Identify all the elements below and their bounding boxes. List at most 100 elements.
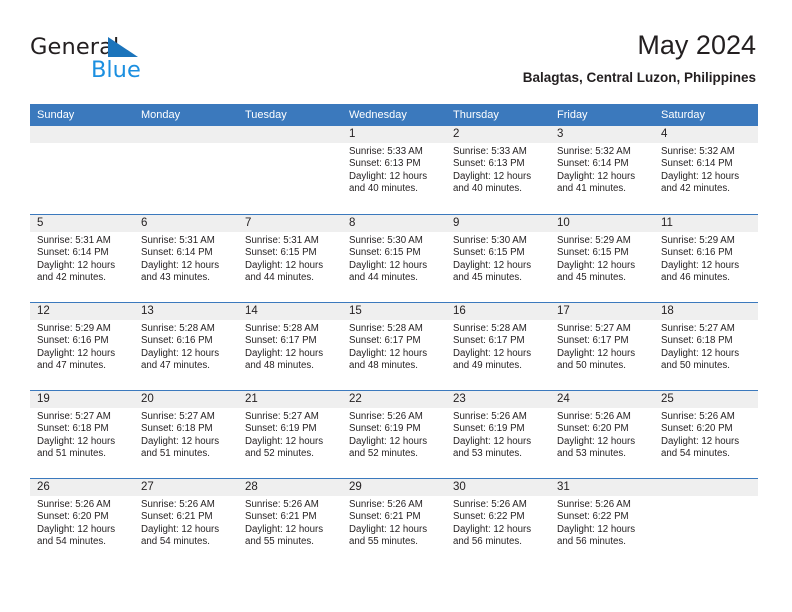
daylight-text-line1: Daylight: 12 hours — [661, 435, 740, 447]
day-cell[interactable]: 13 Sunrise: 5:28 AM Sunset: 6:16 PM Dayl… — [134, 303, 238, 390]
sunset-text: Sunset: 6:21 PM — [141, 511, 213, 523]
day-details: Sunrise: 5:33 AM Sunset: 6:13 PM Dayligh… — [342, 143, 446, 196]
day-details: Sunrise: 5:26 AM Sunset: 6:21 PM Dayligh… — [342, 496, 446, 549]
day-cell[interactable]: 4 Sunrise: 5:32 AM Sunset: 6:14 PM Dayli… — [654, 126, 758, 214]
day-number: 16 — [446, 303, 550, 320]
sunset-text: Sunset: 6:19 PM — [453, 423, 525, 435]
day-number — [238, 126, 342, 143]
day-cell[interactable]: 29 Sunrise: 5:26 AM Sunset: 6:21 PM Dayl… — [342, 479, 446, 566]
daylight-text-line1: Daylight: 12 hours — [453, 435, 532, 447]
day-details: Sunrise: 5:30 AM Sunset: 6:15 PM Dayligh… — [342, 232, 446, 285]
week-row: 12 Sunrise: 5:29 AM Sunset: 6:16 PM Dayl… — [30, 302, 758, 390]
day-number: 21 — [238, 391, 342, 408]
day-cell[interactable]: 2 Sunrise: 5:33 AM Sunset: 6:13 PM Dayli… — [446, 126, 550, 214]
page-title: May 2024 — [637, 30, 756, 60]
day-details: Sunrise: 5:26 AM Sunset: 6:21 PM Dayligh… — [134, 496, 238, 549]
day-cell[interactable]: 5 Sunrise: 5:31 AM Sunset: 6:14 PM Dayli… — [30, 215, 134, 302]
weekday-header-monday: Monday — [141, 109, 181, 121]
sunset-text: Sunset: 6:14 PM — [557, 158, 629, 170]
sunset-text: Sunset: 6:13 PM — [453, 158, 525, 170]
daylight-text-line2: and 46 minutes. — [661, 272, 730, 284]
daylight-text-line2: and 52 minutes. — [349, 448, 418, 460]
daylight-text-line2: and 45 minutes. — [453, 272, 522, 284]
sunset-text: Sunset: 6:14 PM — [661, 158, 733, 170]
day-number: 10 — [550, 215, 654, 232]
sunrise-text: Sunrise: 5:33 AM — [349, 146, 423, 157]
sunrise-text: Sunrise: 5:26 AM — [453, 411, 527, 422]
calendar-page: General Blue May 2024 Balagtas, Central … — [0, 0, 792, 612]
day-cell[interactable]: 12 Sunrise: 5:29 AM Sunset: 6:16 PM Dayl… — [30, 303, 134, 390]
day-cell[interactable]: 23 Sunrise: 5:26 AM Sunset: 6:19 PM Dayl… — [446, 391, 550, 478]
day-cell[interactable]: 31 Sunrise: 5:26 AM Sunset: 6:22 PM Dayl… — [550, 479, 654, 566]
sunrise-text: Sunrise: 5:26 AM — [349, 499, 423, 510]
day-cell[interactable]: 27 Sunrise: 5:26 AM Sunset: 6:21 PM Dayl… — [134, 479, 238, 566]
sunrise-text: Sunrise: 5:27 AM — [245, 411, 319, 422]
day-details: Sunrise: 5:27 AM Sunset: 6:17 PM Dayligh… — [550, 320, 654, 373]
daylight-text-line1: Daylight: 12 hours — [349, 435, 428, 447]
day-cell[interactable]: 6 Sunrise: 5:31 AM Sunset: 6:14 PM Dayli… — [134, 215, 238, 302]
day-cell[interactable] — [238, 126, 342, 214]
day-cell[interactable] — [654, 479, 758, 566]
day-cell[interactable]: 24 Sunrise: 5:26 AM Sunset: 6:20 PM Dayl… — [550, 391, 654, 478]
day-details: Sunrise: 5:31 AM Sunset: 6:15 PM Dayligh… — [238, 232, 342, 285]
daylight-text-line2: and 42 minutes. — [661, 183, 730, 195]
day-cell[interactable]: 28 Sunrise: 5:26 AM Sunset: 6:21 PM Dayl… — [238, 479, 342, 566]
day-cell[interactable]: 30 Sunrise: 5:26 AM Sunset: 6:22 PM Dayl… — [446, 479, 550, 566]
sunset-text: Sunset: 6:14 PM — [141, 247, 213, 259]
logo-triangle-icon — [108, 37, 138, 57]
day-details: Sunrise: 5:26 AM Sunset: 6:20 PM Dayligh… — [550, 408, 654, 461]
day-cell[interactable]: 14 Sunrise: 5:28 AM Sunset: 6:17 PM Dayl… — [238, 303, 342, 390]
sunset-text: Sunset: 6:15 PM — [453, 247, 525, 259]
day-cell[interactable]: 1 Sunrise: 5:33 AM Sunset: 6:13 PM Dayli… — [342, 126, 446, 214]
daylight-text-line1: Daylight: 12 hours — [349, 347, 428, 359]
day-cell[interactable]: 15 Sunrise: 5:28 AM Sunset: 6:17 PM Dayl… — [342, 303, 446, 390]
day-cell[interactable]: 20 Sunrise: 5:27 AM Sunset: 6:18 PM Dayl… — [134, 391, 238, 478]
sunset-text: Sunset: 6:17 PM — [245, 335, 317, 347]
weekday-header-friday: Friday — [557, 109, 588, 121]
sunrise-text: Sunrise: 5:28 AM — [349, 323, 423, 334]
day-cell[interactable]: 22 Sunrise: 5:26 AM Sunset: 6:19 PM Dayl… — [342, 391, 446, 478]
day-cell[interactable]: 21 Sunrise: 5:27 AM Sunset: 6:19 PM Dayl… — [238, 391, 342, 478]
day-cell[interactable]: 8 Sunrise: 5:30 AM Sunset: 6:15 PM Dayli… — [342, 215, 446, 302]
daylight-text-line2: and 44 minutes. — [349, 272, 418, 284]
day-details — [654, 496, 758, 499]
day-cell[interactable]: 19 Sunrise: 5:27 AM Sunset: 6:18 PM Dayl… — [30, 391, 134, 478]
day-cell[interactable]: 25 Sunrise: 5:26 AM Sunset: 6:20 PM Dayl… — [654, 391, 758, 478]
day-details: Sunrise: 5:26 AM Sunset: 6:20 PM Dayligh… — [654, 408, 758, 461]
day-cell[interactable]: 10 Sunrise: 5:29 AM Sunset: 6:15 PM Dayl… — [550, 215, 654, 302]
day-details: Sunrise: 5:32 AM Sunset: 6:14 PM Dayligh… — [654, 143, 758, 196]
day-number — [654, 479, 758, 496]
generalblue-logo[interactable]: General Blue — [30, 34, 220, 88]
day-cell[interactable] — [30, 126, 134, 214]
sunset-text: Sunset: 6:22 PM — [453, 511, 525, 523]
day-number: 25 — [654, 391, 758, 408]
sunset-text: Sunset: 6:21 PM — [349, 511, 421, 523]
day-details: Sunrise: 5:28 AM Sunset: 6:16 PM Dayligh… — [134, 320, 238, 373]
daylight-text-line1: Daylight: 12 hours — [37, 523, 116, 535]
day-number: 30 — [446, 479, 550, 496]
day-cell[interactable]: 26 Sunrise: 5:26 AM Sunset: 6:20 PM Dayl… — [30, 479, 134, 566]
day-cell[interactable]: 17 Sunrise: 5:27 AM Sunset: 6:17 PM Dayl… — [550, 303, 654, 390]
day-cell[interactable]: 3 Sunrise: 5:32 AM Sunset: 6:14 PM Dayli… — [550, 126, 654, 214]
daylight-text-line1: Daylight: 12 hours — [661, 259, 740, 271]
sunset-text: Sunset: 6:17 PM — [453, 335, 525, 347]
day-cell[interactable]: 11 Sunrise: 5:29 AM Sunset: 6:16 PM Dayl… — [654, 215, 758, 302]
sunset-text: Sunset: 6:16 PM — [661, 247, 733, 259]
day-details: Sunrise: 5:29 AM Sunset: 6:15 PM Dayligh… — [550, 232, 654, 285]
daylight-text-line2: and 42 minutes. — [37, 272, 106, 284]
day-cell[interactable] — [134, 126, 238, 214]
day-cell[interactable]: 7 Sunrise: 5:31 AM Sunset: 6:15 PM Dayli… — [238, 215, 342, 302]
day-details: Sunrise: 5:27 AM Sunset: 6:18 PM Dayligh… — [30, 408, 134, 461]
day-number: 7 — [238, 215, 342, 232]
daylight-text-line1: Daylight: 12 hours — [557, 259, 636, 271]
day-cell[interactable]: 16 Sunrise: 5:28 AM Sunset: 6:17 PM Dayl… — [446, 303, 550, 390]
sunset-text: Sunset: 6:20 PM — [661, 423, 733, 435]
day-cell[interactable]: 9 Sunrise: 5:30 AM Sunset: 6:15 PM Dayli… — [446, 215, 550, 302]
daylight-text-line1: Daylight: 12 hours — [349, 523, 428, 535]
day-number: 29 — [342, 479, 446, 496]
daylight-text-line1: Daylight: 12 hours — [141, 523, 220, 535]
day-number: 24 — [550, 391, 654, 408]
day-number: 15 — [342, 303, 446, 320]
day-details: Sunrise: 5:32 AM Sunset: 6:14 PM Dayligh… — [550, 143, 654, 196]
day-cell[interactable]: 18 Sunrise: 5:27 AM Sunset: 6:18 PM Dayl… — [654, 303, 758, 390]
